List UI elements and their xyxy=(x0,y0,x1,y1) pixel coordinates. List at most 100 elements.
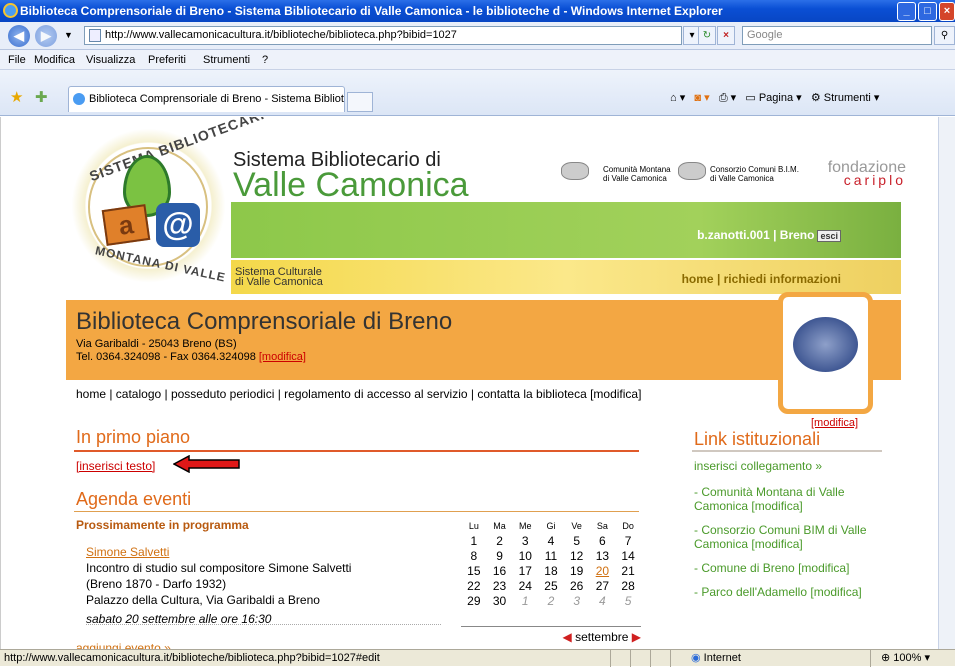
calendar-weekday: Do xyxy=(622,521,634,531)
menu-strumenti[interactable]: Strumenti xyxy=(203,50,250,70)
search-input[interactable]: Google xyxy=(742,26,932,45)
sistema-bibliotecario-logo[interactable]: SISTEMA BIBLIOTECARIO a @ MONTANA DI VAL… xyxy=(66,117,278,293)
header-yellow-band: Sistema Culturale di Valle Camonica home … xyxy=(231,260,901,294)
calendar-day: 29 xyxy=(467,593,481,608)
calendar-day: 3 xyxy=(521,533,529,548)
calendar-day: 13 xyxy=(595,548,610,563)
tab-label: Biblioteca Comprensoriale di Breno - Sis… xyxy=(89,93,345,105)
edit-crest-link[interactable]: [modifica] xyxy=(811,417,858,429)
security-zone[interactable]: ◉ Internet xyxy=(670,650,810,667)
new-tab-button[interactable] xyxy=(347,92,373,112)
maximize-button[interactable]: □ xyxy=(918,2,937,21)
window-title: Biblioteca Comprensoriale di Breno - Sis… xyxy=(20,4,723,18)
calendar-week: 22 23 24 25 26 27 28 xyxy=(461,578,641,593)
menu-visualizza[interactable]: Visualizza xyxy=(86,50,135,70)
address-toolbar: ◀ ▶ ▼ http://www.vallecamonicacultura.it… xyxy=(0,22,955,50)
calendar-week: 8 9 10 11 12 13 14 xyxy=(461,548,641,563)
calendar-day: 2 xyxy=(547,593,555,608)
prev-month-button[interactable]: ◀ xyxy=(562,630,571,644)
zoom-control[interactable]: ⊕ 100% ▾ xyxy=(870,650,955,667)
inserisci-testo-link[interactable]: [inserisci testo] xyxy=(76,459,155,473)
partner-consorzio-bim: Consorzio Comuni B.I.M. di Valle Camonica xyxy=(710,165,799,183)
menu-preferiti[interactable]: Preferiti xyxy=(148,50,186,70)
home-link[interactable]: home xyxy=(682,272,714,286)
home-icon[interactable]: ⌂ ▾ xyxy=(670,92,685,104)
feeds-icon[interactable]: ◙ ▾ xyxy=(694,92,709,104)
logout-button[interactable]: esci xyxy=(817,230,841,242)
richiedi-informazioni-link[interactable]: richiedi informazioni xyxy=(724,272,841,286)
fondazione-cariplo-logo[interactable]: fondazione cariplo xyxy=(811,160,906,188)
refresh-button[interactable]: ↻ xyxy=(698,26,716,45)
menu-modifica[interactable]: Modifica xyxy=(34,50,75,70)
in-primo-piano-heading: In primo piano xyxy=(76,427,191,447)
red-arrow-icon xyxy=(173,455,240,473)
history-dropdown-icon[interactable]: ▼ xyxy=(64,30,73,40)
calendar-day: 11 xyxy=(544,548,558,563)
address-input[interactable]: http://www.vallecamonicacultura.it/bibli… xyxy=(84,26,682,45)
calendar-day[interactable]: 20 xyxy=(590,563,616,578)
close-button[interactable]: × xyxy=(939,2,955,21)
calendar-weekday: Me xyxy=(519,521,532,531)
vertical-scrollbar[interactable] xyxy=(938,117,955,649)
next-month-button[interactable]: ▶ xyxy=(632,630,641,644)
list-item[interactable]: - Parco dell'Adamello [modifica] xyxy=(694,585,884,599)
calendar-day: 28 xyxy=(621,578,635,593)
edit-contacts-link[interactable]: [modifica] xyxy=(259,351,306,363)
forward-button[interactable]: ▶ xyxy=(35,25,57,47)
inserisci-collegamento-link[interactable]: inserisci collegamento » xyxy=(694,459,822,473)
status-bar: http://www.vallecamonicacultura.it/bibli… xyxy=(0,649,955,667)
zoom-icon: ⊕ xyxy=(881,652,891,664)
library-navigation[interactable]: home | catalogo | posseduto periodici | … xyxy=(76,387,641,401)
link-istituzionali-heading: Link istituzionali xyxy=(694,429,821,449)
print-icon[interactable]: ⎙ ▾ xyxy=(719,92,736,104)
menu-file[interactable]: File xyxy=(8,50,26,70)
add-favorites-icon[interactable]: ✚ xyxy=(35,88,48,106)
list-item[interactable]: - Consorzio Comuni BIM di Valle Camonica… xyxy=(694,523,884,551)
book-icon: a xyxy=(101,204,151,246)
divider xyxy=(86,624,441,625)
calendar-week: 1 2 3 4 5 6 7 xyxy=(461,533,641,548)
ie-icon xyxy=(3,3,18,18)
calendar-weekday: Ve xyxy=(571,521,582,531)
globe-icon: ◉ xyxy=(691,652,701,664)
favorites-star-icon[interactable]: ★ xyxy=(10,88,23,106)
calendar-day: 1 xyxy=(521,593,529,608)
pagina-menu[interactable]: ▭ Pagina ▾ xyxy=(745,92,801,104)
site-header: b.zanotti.001 | Breno esci Sistema Cultur… xyxy=(66,117,906,297)
consorzio-bim-logo[interactable] xyxy=(678,162,706,180)
calendar-week: 15 16 17 18 19 20 21 xyxy=(461,563,641,578)
calendar-day: 5 xyxy=(624,593,632,608)
calendar-day: 21 xyxy=(621,563,635,578)
search-icon[interactable]: ⚲ xyxy=(934,26,955,45)
list-item[interactable]: - Comune di Breno [modifica] xyxy=(694,561,884,575)
calendar-day: 27 xyxy=(595,578,610,593)
comunita-montana-logo[interactable] xyxy=(561,162,589,180)
calendar-day: 23 xyxy=(492,578,507,593)
agenda-eventi-heading: Agenda eventi xyxy=(76,489,192,509)
command-bar: ⌂ ▾ ◙ ▾ ⎙ ▾ ▭ Pagina ▾ ⚙ Strumenti ▾ xyxy=(670,86,879,110)
at-sign-icon: @ xyxy=(156,203,200,247)
calendar-day: 16 xyxy=(492,563,507,578)
header-links: home | richiedi informazioni xyxy=(681,272,841,286)
add-event-link[interactable]: aggiungi evento » xyxy=(76,641,171,649)
calendar-weekday: Ma xyxy=(493,521,506,531)
back-button[interactable]: ◀ xyxy=(8,25,30,47)
events-calendar: Lu Ma Me Gi Ve Sa Do 1 2 3 4 5 6 7 8 9 10 11 12 13 14 15 16 17… xyxy=(461,519,641,608)
partner-comunita-montana: Comunità Montana di Valle Camonica xyxy=(603,165,671,183)
calendar-day: 22 xyxy=(467,578,481,593)
divider xyxy=(692,450,882,452)
calendar-day: 4 xyxy=(599,593,606,608)
stop-button[interactable]: × xyxy=(717,26,735,45)
calendar-day: 10 xyxy=(518,548,532,563)
list-item[interactable]: - Comunità Montana di Valle Camonica [mo… xyxy=(694,485,884,513)
address-text: http://www.vallecamonicacultura.it/bibli… xyxy=(105,29,457,41)
strumenti-menu[interactable]: ⚙ Strumenti ▾ xyxy=(811,92,880,104)
menu-help[interactable]: ? xyxy=(262,50,268,70)
event-title-link[interactable]: Simone Salvetti xyxy=(86,544,351,560)
tab-active[interactable]: Biblioteca Comprensoriale di Breno - Sis… xyxy=(68,86,345,112)
calendar-month-nav: ◀ settembre ▶ xyxy=(461,626,641,644)
ie-icon xyxy=(73,93,85,105)
minimize-button[interactable]: _ xyxy=(897,2,916,21)
header-green-band: b.zanotti.001 | Breno esci xyxy=(231,202,901,258)
calendar-day: 4 xyxy=(547,533,555,548)
